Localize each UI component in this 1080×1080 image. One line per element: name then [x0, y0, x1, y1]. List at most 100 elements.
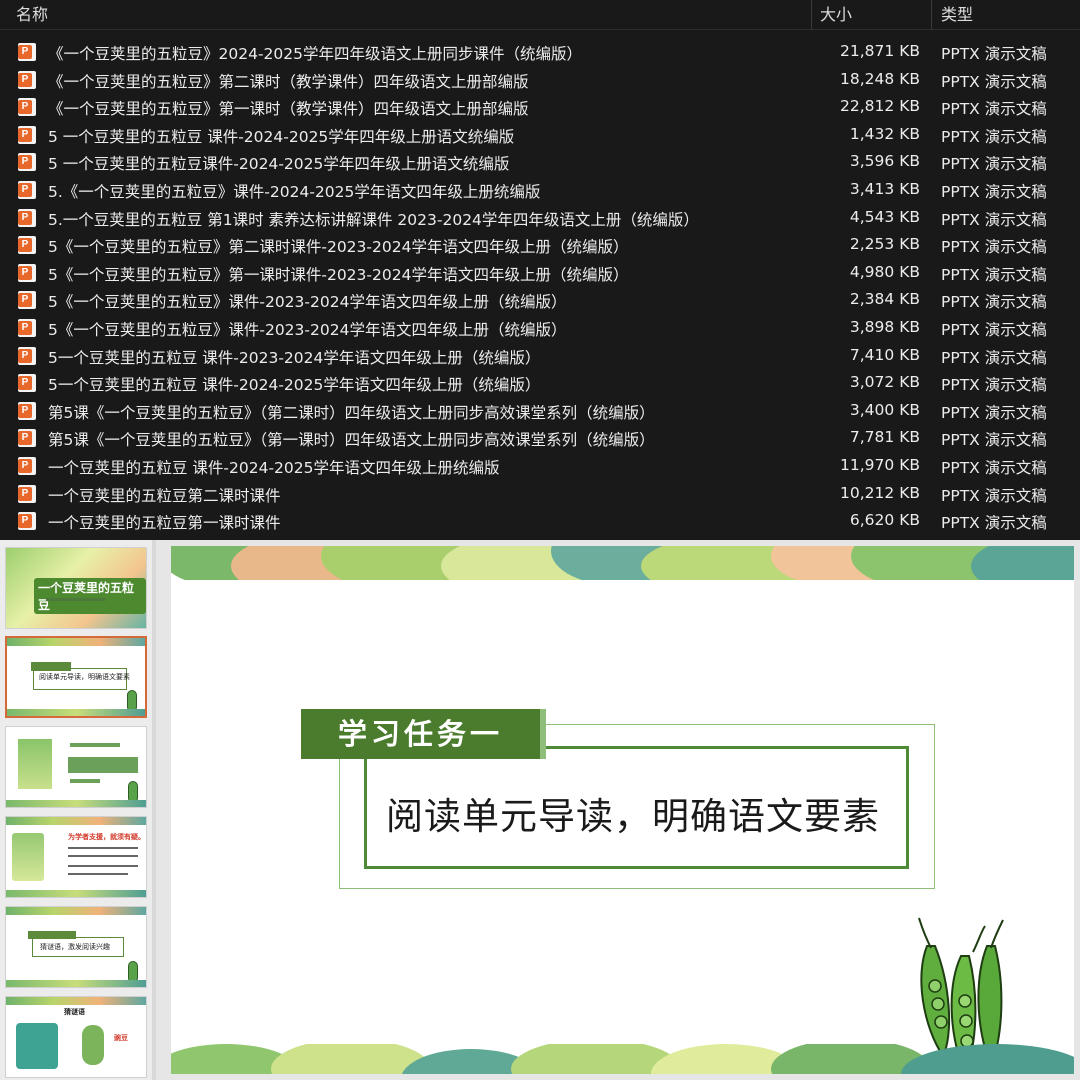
pptx-file-icon: P: [18, 180, 36, 199]
thumbnail-pea-image: [82, 1025, 104, 1065]
file-row[interactable]: P 《一个豆荚里的五粒豆》2024-2025学年四年级语文上册同步课件（统编版） 2…: [0, 39, 1080, 67]
file-type: PPTX 演示文稿: [941, 514, 1047, 533]
file-row[interactable]: P 5.《一个豆荚里的五粒豆》课件-2024-2025学年语文四年级上册统编版 3,…: [0, 177, 1080, 205]
pptx-file-icon: P: [18, 208, 36, 227]
thumbnail-green-box: [68, 757, 138, 773]
file-row[interactable]: P 《一个豆荚里的五粒豆》第一课时（教学课件）四年级语文上册部编版 22,812 K…: [0, 94, 1080, 122]
thumbnail-title: 一个豆荚里的五粒豆: [34, 578, 146, 614]
file-type-badge: P: [18, 486, 32, 501]
file-type-badge: P: [18, 293, 32, 308]
file-type: PPTX 演示文稿: [941, 320, 1047, 339]
pptx-file-icon: P: [18, 429, 36, 448]
file-type: PPTX 演示文稿: [941, 403, 1047, 422]
file-type-badge: P: [18, 431, 32, 446]
slide-thumbnail-panel: 一个豆荚里的五粒豆 阅读单元导读，明确语文要素 为学者支援，就须有疑。 猜谜语，…: [0, 540, 156, 1080]
column-header-bar: ⌃ 名称 大小 类型: [0, 0, 1080, 30]
file-size: 18,248 KB: [840, 69, 920, 88]
thumbnail-decor-band: [6, 800, 146, 807]
file-row[interactable]: P 5《一个豆荚里的五粒豆》课件-2023-2024学年语文四年级上册（统编版） 2…: [0, 287, 1080, 315]
file-row[interactable]: P 5一个豆荚里的五粒豆 课件-2023-2024学年语文四年级上册（统编版） 7,…: [0, 343, 1080, 371]
pptx-file-icon: P: [18, 98, 36, 117]
thumbnail-subtitle-line: [46, 598, 106, 601]
file-type-badge: P: [18, 127, 32, 142]
file-row[interactable]: P 第5课《一个豆荚里的五粒豆》（第一课时）四年级语文上册同步高效课堂系列（统编版…: [0, 425, 1080, 453]
file-row[interactable]: P 5《一个豆荚里的五粒豆》第二课时课件-2023-2024学年语文四年级上册（统…: [0, 232, 1080, 260]
file-type-badge: P: [18, 238, 32, 253]
presentation-viewer: 一个豆荚里的五粒豆 阅读单元导读，明确语文要素 为学者支援，就须有疑。 猜谜语，…: [0, 540, 1080, 1080]
slide-thumbnail-1[interactable]: 一个豆荚里的五粒豆: [5, 547, 147, 629]
column-header-name[interactable]: 名称: [16, 4, 48, 28]
column-divider[interactable]: [931, 0, 932, 30]
thumbnail-text-line: [68, 873, 128, 875]
file-type: PPTX 演示文稿: [941, 293, 1047, 312]
file-row[interactable]: P 5 一个豆荚里的五粒豆课件-2024-2025学年四年级上册语文统编版 3,59…: [0, 149, 1080, 177]
thumbnail-riddle-card: [16, 1023, 58, 1069]
file-type-badge: P: [18, 265, 32, 280]
pptx-file-icon: P: [18, 263, 36, 282]
file-size: 3,898 KB: [849, 317, 920, 336]
thumbnail-task-text: 阅读单元导读，明确语文要素: [39, 673, 130, 681]
file-explorer: ⌃ 名称 大小 类型 P 《一个豆荚里的五粒豆》2024-2025学年四年级语文上…: [0, 0, 1080, 540]
file-type-badge: P: [18, 320, 32, 335]
file-name: 5 一个豆荚里的五粒豆课件-2024-2025学年四年级上册语文统编版: [48, 155, 510, 174]
slide-thumbnail-3[interactable]: [5, 726, 147, 808]
file-row[interactable]: P 5《一个豆荚里的五粒豆》第一课时课件-2023-2024学年语文四年级上册（统…: [0, 260, 1080, 288]
file-type-badge: P: [18, 100, 32, 115]
file-type: PPTX 演示文稿: [941, 486, 1047, 505]
thumbnail-title: 猜谜语: [64, 1008, 85, 1016]
thumbnail-text-line: [70, 743, 120, 747]
file-name: 一个豆荚里的五粒豆 课件-2024-2025学年语文四年级上册统编版: [48, 458, 500, 477]
file-row[interactable]: P 《一个豆荚里的五粒豆》第二课时（教学课件）四年级语文上册部编版 18,248 K…: [0, 67, 1080, 95]
thumbnail-book-image: [12, 833, 44, 881]
file-row[interactable]: P 5《一个豆荚里的五粒豆》课件-2023-2024学年语文四年级上册（统编版） 3…: [0, 315, 1080, 343]
file-size: 22,812 KB: [840, 97, 920, 116]
column-divider[interactable]: [811, 0, 812, 30]
file-type-badge: P: [18, 72, 32, 87]
slide-thumbnail-5[interactable]: 猜谜语，激发阅读兴趣: [5, 906, 147, 988]
slide-thumbnail-6[interactable]: 猜谜语 豌豆: [5, 996, 147, 1078]
file-size: 2,384 KB: [849, 290, 920, 309]
file-name: 一个豆荚里的五粒豆第二课时课件: [48, 486, 281, 505]
file-name: 5《一个豆荚里的五粒豆》第一课时课件-2023-2024学年语文四年级上册（统编…: [48, 265, 629, 284]
file-name: 5.《一个豆荚里的五粒豆》课件-2024-2025学年语文四年级上册统编版: [48, 182, 541, 201]
file-name: 第5课《一个豆荚里的五粒豆》（第一课时）四年级语文上册同步高效课堂系列（统编版）: [48, 431, 655, 450]
task-description: 阅读单元导读，明确语文要素: [386, 795, 880, 838]
slide-bottom-decor-band: [171, 1044, 1074, 1074]
file-row[interactable]: P 5 一个豆荚里的五粒豆 课件-2024-2025学年四年级上册语文统编版 1,4…: [0, 122, 1080, 150]
slide-thumbnail-2[interactable]: 阅读单元导读，明确语文要素: [5, 636, 147, 718]
file-type: PPTX 演示文稿: [941, 238, 1047, 257]
pptx-file-icon: P: [18, 291, 36, 310]
column-header-size[interactable]: 大小: [820, 4, 852, 28]
file-row[interactable]: P 一个豆荚里的五粒豆 课件-2024-2025学年语文四年级上册统编版 11,97…: [0, 453, 1080, 481]
file-row[interactable]: P 一个豆荚里的五粒豆第一课时课件 6,620 KB PPTX 演示文稿: [0, 508, 1080, 536]
file-row[interactable]: P 5一个豆荚里的五粒豆 课件-2024-2025学年语文四年级上册（统编版） 3,…: [0, 370, 1080, 398]
file-size: 2,253 KB: [849, 235, 920, 254]
pptx-file-icon: P: [18, 43, 36, 61]
task-label: 学习任务一: [301, 709, 540, 759]
file-name: 《一个豆荚里的五粒豆》2024-2025学年四年级语文上册同步课件（统编版）: [48, 45, 582, 63]
file-type-badge: P: [18, 155, 32, 170]
thumbnail-decor-band: [7, 709, 145, 716]
file-row[interactable]: P 第5课《一个豆荚里的五粒豆》（第二课时）四年级语文上册同步高效课堂系列（统编版…: [0, 398, 1080, 426]
file-row[interactable]: P 一个豆荚里的五粒豆第二课时课件 10,212 KB PPTX 演示文稿: [0, 481, 1080, 509]
file-name: 5《一个豆荚里的五粒豆》课件-2023-2024学年语文四年级上册（统编版）: [48, 293, 567, 312]
file-type: PPTX 演示文稿: [941, 72, 1047, 91]
file-name: 《一个豆荚里的五粒豆》第二课时（教学课件）四年级语文上册部编版: [48, 72, 529, 91]
pptx-file-icon: P: [18, 318, 36, 337]
pptx-file-icon: P: [18, 401, 36, 420]
file-row[interactable]: P 5.一个豆荚里的五粒豆 第1课时 素养达标讲解课件 2023-2024学年四年…: [0, 205, 1080, 233]
thumbnail-scrollbar[interactable]: [152, 540, 156, 1080]
file-name: 第5课《一个豆荚里的五粒豆》（第二课时）四年级语文上册同步高效课堂系列（统编版）: [48, 403, 655, 422]
thumbnail-decor-band: [6, 907, 146, 915]
file-name: 一个豆荚里的五粒豆第一课时课件: [48, 514, 281, 533]
column-header-type[interactable]: 类型: [941, 4, 973, 28]
thumbnail-decor-band: [6, 890, 146, 897]
file-list: P 《一个豆荚里的五粒豆》2024-2025学年四年级语文上册同步课件（统编版） 2…: [0, 39, 1080, 536]
file-type-badge: P: [18, 182, 32, 197]
file-name: 5.一个豆荚里的五粒豆 第1课时 素养达标讲解课件 2023-2024学年四年级…: [48, 210, 699, 229]
thumbnail-text-line: [70, 779, 100, 783]
file-size: 3,400 KB: [849, 400, 920, 419]
slide-thumbnail-4[interactable]: 为学者支援，就须有疑。: [5, 816, 147, 898]
file-size: 1,432 KB: [849, 124, 920, 143]
file-size: 4,980 KB: [849, 262, 920, 281]
